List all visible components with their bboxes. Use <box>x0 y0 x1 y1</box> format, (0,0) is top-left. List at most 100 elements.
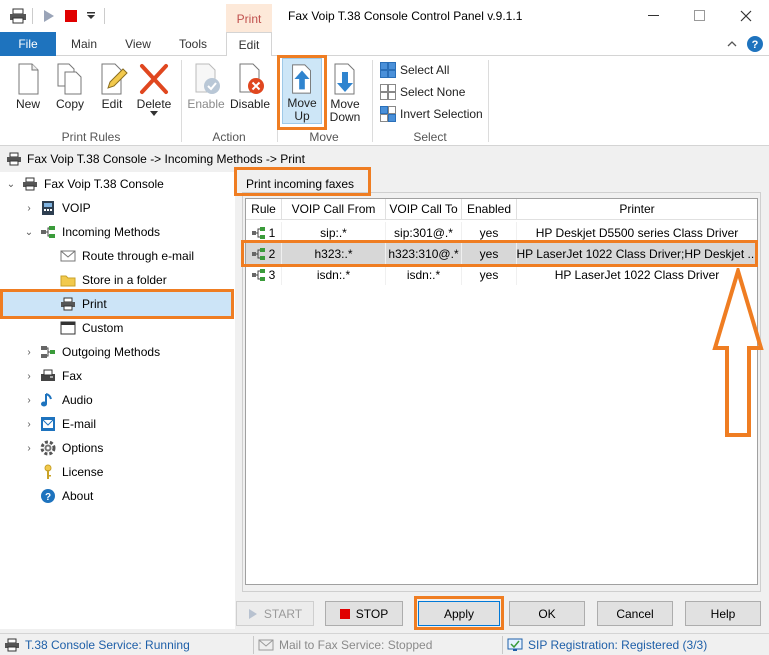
start-label: START <box>263 606 303 621</box>
quick-access-dropdown-icon[interactable] <box>84 6 98 26</box>
invert-selection-button[interactable]: Invert Selection <box>380 104 483 124</box>
folder-icon <box>60 275 76 287</box>
tree-label-incoming-methods: Incoming Methods <box>62 225 161 239</box>
cell-enabled: yes <box>462 264 517 285</box>
rule-number: 1 <box>268 225 276 240</box>
status-mail-service[interactable]: Mail to Fax Service: Stopped <box>258 637 432 653</box>
column-header-enabled[interactable]: Enabled <box>462 199 517 220</box>
tab-view[interactable]: View <box>114 32 162 56</box>
tab-main[interactable]: Main <box>60 32 108 56</box>
group-label-select: Select <box>413 130 447 144</box>
stop-icon <box>339 608 350 619</box>
cell-enabled: yes <box>462 243 517 264</box>
tree-item-print[interactable]: Print <box>60 292 107 316</box>
tab-edit[interactable]: Edit <box>226 32 272 57</box>
rule-icon <box>251 268 265 281</box>
chevron-right-icon[interactable]: › <box>24 371 34 382</box>
status-sip-registration[interactable]: SIP Registration: Registered (3/3) <box>507 637 707 653</box>
status-t38-service[interactable]: T.38 Console Service: Running <box>4 637 190 653</box>
tree-item-fax[interactable]: › Fax <box>24 364 82 388</box>
edit-button-label: Edit <box>101 97 123 111</box>
chevron-right-icon[interactable]: › <box>24 395 34 406</box>
tree-item-route-email[interactable]: Route through e-mail <box>60 244 194 268</box>
edit-pencil-icon <box>101 63 128 95</box>
delete-x-icon <box>140 64 168 94</box>
copy-button[interactable]: Copy <box>50 58 90 124</box>
column-header-rule[interactable]: Rule <box>246 199 282 220</box>
minimize-button[interactable] <box>631 0 677 32</box>
chevron-down-icon[interactable]: ⌄ <box>24 227 34 238</box>
help-icon[interactable]: ? <box>746 35 764 53</box>
move-down-button[interactable]: Move Down <box>324 58 366 124</box>
apply-button[interactable]: Apply <box>418 601 500 626</box>
select-none-label: Select None <box>400 85 466 99</box>
disable-x-icon <box>239 63 264 94</box>
column-header-voip-call-from[interactable]: VOIP Call From <box>282 199 386 220</box>
stop-icon[interactable] <box>62 6 80 26</box>
title-bar: Fax Voip T.38 Console Control Panel v.9.… <box>0 0 769 32</box>
app-printer-icon[interactable] <box>6 6 30 26</box>
cell-enabled: yes <box>462 222 517 243</box>
tab-file[interactable]: File <box>0 32 56 56</box>
cell-call-to: sip:301@.* <box>386 222 462 243</box>
maximize-button[interactable] <box>677 0 723 32</box>
chevron-right-icon[interactable]: › <box>24 203 34 214</box>
chevron-down-icon[interactable]: ⌄ <box>6 179 16 190</box>
collapse-ribbon-icon[interactable] <box>724 36 740 52</box>
select-all-icon <box>380 62 396 78</box>
table-row[interactable]: 3 isdn:.* isdn:.* yes HP LaserJet 1022 C… <box>246 264 757 285</box>
help-button[interactable]: Help <box>685 601 761 626</box>
delete-button[interactable]: Delete <box>134 58 174 124</box>
tree-item-license[interactable]: License <box>40 460 103 484</box>
tree-item-email[interactable]: › E-mail <box>24 412 96 436</box>
tab-tools[interactable]: Tools <box>168 32 218 56</box>
tree-item-incoming-methods[interactable]: ⌄ Incoming Methods <box>24 220 160 244</box>
svg-text:?: ? <box>752 39 759 51</box>
table-row[interactable]: 1 sip:.* sip:301@.* yes HP Deskjet D5500… <box>246 222 757 243</box>
email-icon <box>41 417 55 431</box>
new-button[interactable]: New <box>8 58 48 124</box>
enable-button[interactable]: Enable <box>186 58 226 124</box>
column-header-voip-call-to[interactable]: VOIP Call To <box>386 199 462 220</box>
ok-button[interactable]: OK <box>509 601 585 626</box>
tree-item-root[interactable]: ⌄ Fax Voip T.38 Console <box>6 172 164 196</box>
tree-label-custom: Custom <box>82 321 124 335</box>
printer-icon <box>5 638 19 652</box>
tree-label-email: E-mail <box>62 417 97 431</box>
printer-icon <box>23 177 37 191</box>
license-key-icon <box>44 464 52 479</box>
custom-window-icon <box>60 321 76 335</box>
table-row-selected[interactable]: 2 h323:.* h323:310@.* yes HP LaserJet 10… <box>246 243 757 264</box>
tree-item-about[interactable]: ? About <box>40 484 93 508</box>
tree-item-options[interactable]: › Options <box>24 436 103 460</box>
chevron-right-icon[interactable]: › <box>24 443 34 454</box>
column-header-printer[interactable]: Printer <box>517 199 757 220</box>
chevron-right-icon[interactable]: › <box>24 347 34 358</box>
edit-button[interactable]: Edit <box>92 58 132 124</box>
select-all-button[interactable]: Select All <box>380 60 449 80</box>
delete-dropdown-icon <box>150 111 158 116</box>
disable-button[interactable]: Disable <box>228 58 272 124</box>
cancel-button[interactable]: Cancel <box>597 601 673 626</box>
cell-call-to: isdn:.* <box>386 264 462 285</box>
tree-item-voip[interactable]: › VOIP <box>24 196 91 220</box>
close-button[interactable] <box>723 0 769 32</box>
stop-label: STOP <box>355 606 389 621</box>
status-bar: T.38 Console Service: Running Mail to Fa… <box>0 633 769 655</box>
start-button[interactable]: START <box>236 601 314 626</box>
move-up-button[interactable]: Move Up <box>282 58 322 124</box>
tree-item-custom[interactable]: Custom <box>60 316 123 340</box>
tree-item-outgoing-methods[interactable]: › Outgoing Methods <box>24 340 160 364</box>
stop-button[interactable]: STOP <box>325 601 403 626</box>
select-all-label: Select All <box>400 63 450 77</box>
play-icon[interactable] <box>40 6 58 26</box>
cell-call-from: isdn:.* <box>282 264 386 285</box>
rule-icon <box>251 226 265 239</box>
tree-item-audio[interactable]: › Audio <box>24 388 92 412</box>
enable-check-icon <box>195 63 220 94</box>
move-up-arrow-icon <box>292 64 311 94</box>
tree-item-store-folder[interactable]: Store in a folder <box>60 268 167 292</box>
chevron-right-icon[interactable]: › <box>24 419 34 430</box>
select-none-button[interactable]: Select None <box>380 82 465 102</box>
group-label-move: Move <box>309 130 339 144</box>
